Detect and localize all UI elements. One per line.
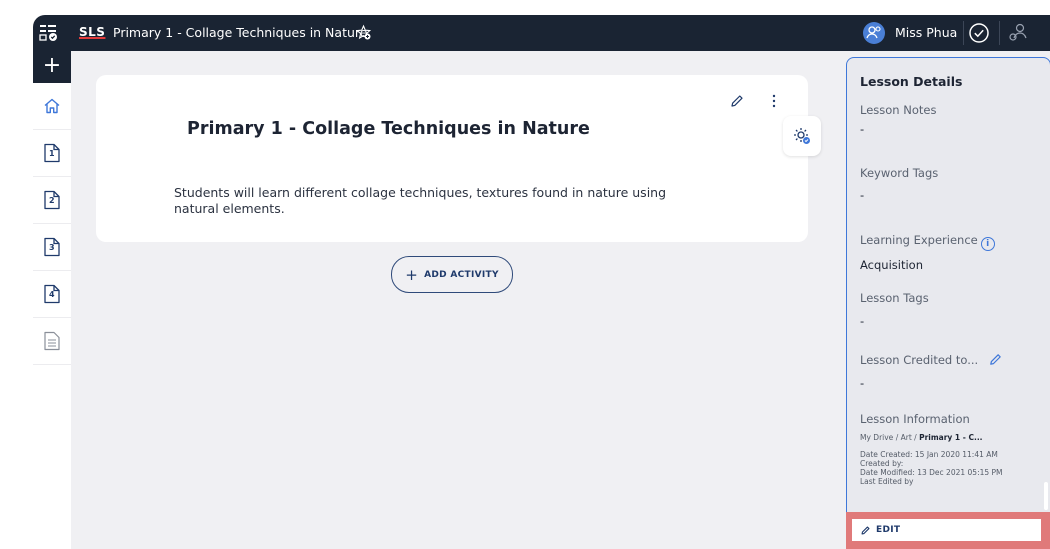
breadcrumb-separator: / [895, 433, 899, 442]
edit-pencil-icon [861, 526, 870, 534]
folder-breadcrumb: My Drive / Art / Primary 1 - C... [860, 433, 983, 442]
edit-button[interactable]: EDIT [852, 519, 1041, 541]
app-window: SLS Primary 1 - Collage Techniques in Na… [33, 15, 1050, 549]
lesson-overview-card: Primary 1 - Collage Techniques in Nature… [96, 75, 808, 242]
lesson-settings-button[interactable] [783, 116, 821, 156]
user-name[interactable]: Miss Phua [895, 25, 957, 40]
top-bar: SLS Primary 1 - Collage Techniques in Na… [33, 15, 1050, 51]
lesson-tags-value: - [860, 314, 865, 328]
breadcrumb-separator: / [914, 433, 917, 442]
notes-document-icon [44, 331, 60, 351]
panel-scrollbar[interactable] [1044, 482, 1048, 510]
panel-heading: Lesson Details [860, 74, 963, 89]
more-options-icon[interactable] [766, 93, 782, 109]
learning-experience-text: Learning Experience [860, 233, 978, 247]
lesson-description: Students will learn different collage te… [174, 185, 667, 216]
edit-label: EDIT [876, 525, 901, 535]
last-edited-by: Last Edited by [860, 477, 914, 486]
apps-menu-icon[interactable] [39, 24, 59, 42]
page-number: 4 [49, 290, 55, 299]
users-group-icon[interactable] [1007, 22, 1029, 44]
add-page-button[interactable]: + [33, 51, 71, 83]
edit-highlight: EDIT [846, 512, 1050, 549]
lesson-credited-value: - [860, 376, 865, 390]
info-icon[interactable]: i [980, 237, 995, 251]
check-circle-icon[interactable] [968, 22, 990, 44]
sidebar-item-page-2[interactable]: 2 [33, 177, 71, 224]
learning-experience-value: Acquisition [860, 258, 923, 272]
lesson-information-label: Lesson Information [860, 412, 970, 426]
add-activity-button[interactable]: + ADD ACTIVITY [391, 256, 513, 293]
lesson-credited-text: Lesson Credited to... [860, 353, 979, 367]
settings-gear-icon [794, 128, 810, 144]
avatar[interactable] [863, 22, 885, 44]
lesson-notes-value: - [860, 122, 865, 136]
keyword-tags-label: Keyword Tags [860, 166, 939, 180]
plus-icon: + [405, 265, 419, 284]
lesson-sidebar: + 1 2 3 4 [33, 51, 71, 549]
page-number: 2 [49, 196, 55, 205]
add-activity-label: ADD ACTIVITY [424, 269, 499, 280]
page-number: 1 [49, 149, 55, 158]
user-avatar-icon [866, 26, 881, 39]
breadcrumb-my-drive[interactable]: My Drive [860, 433, 893, 442]
lesson-title: Primary 1 - Collage Techniques in Nature [187, 119, 590, 139]
created-by: Created by: [860, 459, 904, 468]
keyword-tags-value: - [860, 188, 865, 202]
divider [999, 21, 1000, 45]
favourite-star-icon[interactable] [355, 24, 372, 41]
learning-experience-label: Learning Experience i [860, 233, 995, 251]
home-icon [44, 98, 60, 114]
sidebar-item-notes[interactable] [33, 318, 71, 365]
breadcrumb-current: Primary 1 - C... [919, 433, 983, 442]
date-created: Date Created: 15 Jan 2020 11:41 AM [860, 450, 998, 459]
sidebar-item-home[interactable] [33, 83, 71, 130]
lesson-details-panel: Lesson Details Lesson Notes - Keyword Ta… [846, 57, 1050, 549]
sidebar-item-page-3[interactable]: 3 [33, 224, 71, 271]
sidebar-item-page-4[interactable]: 4 [33, 271, 71, 318]
lesson-credited-label: Lesson Credited to... [860, 352, 1003, 367]
lesson-title-breadcrumb: Primary 1 - Collage Techniques in Nature [113, 25, 368, 40]
page-number: 3 [49, 243, 55, 252]
edit-credit-pencil-icon[interactable] [988, 352, 1003, 367]
lesson-notes-label: Lesson Notes [860, 103, 937, 117]
date-modified: Date Modified: 13 Dec 2021 05:15 PM [860, 468, 1003, 477]
sls-logo[interactable]: SLS [79, 25, 105, 39]
breadcrumb-art[interactable]: Art [901, 433, 912, 442]
lesson-tags-label: Lesson Tags [860, 291, 929, 305]
edit-pencil-icon[interactable] [729, 93, 745, 109]
sidebar-item-page-1[interactable]: 1 [33, 130, 71, 177]
divider [963, 21, 964, 45]
